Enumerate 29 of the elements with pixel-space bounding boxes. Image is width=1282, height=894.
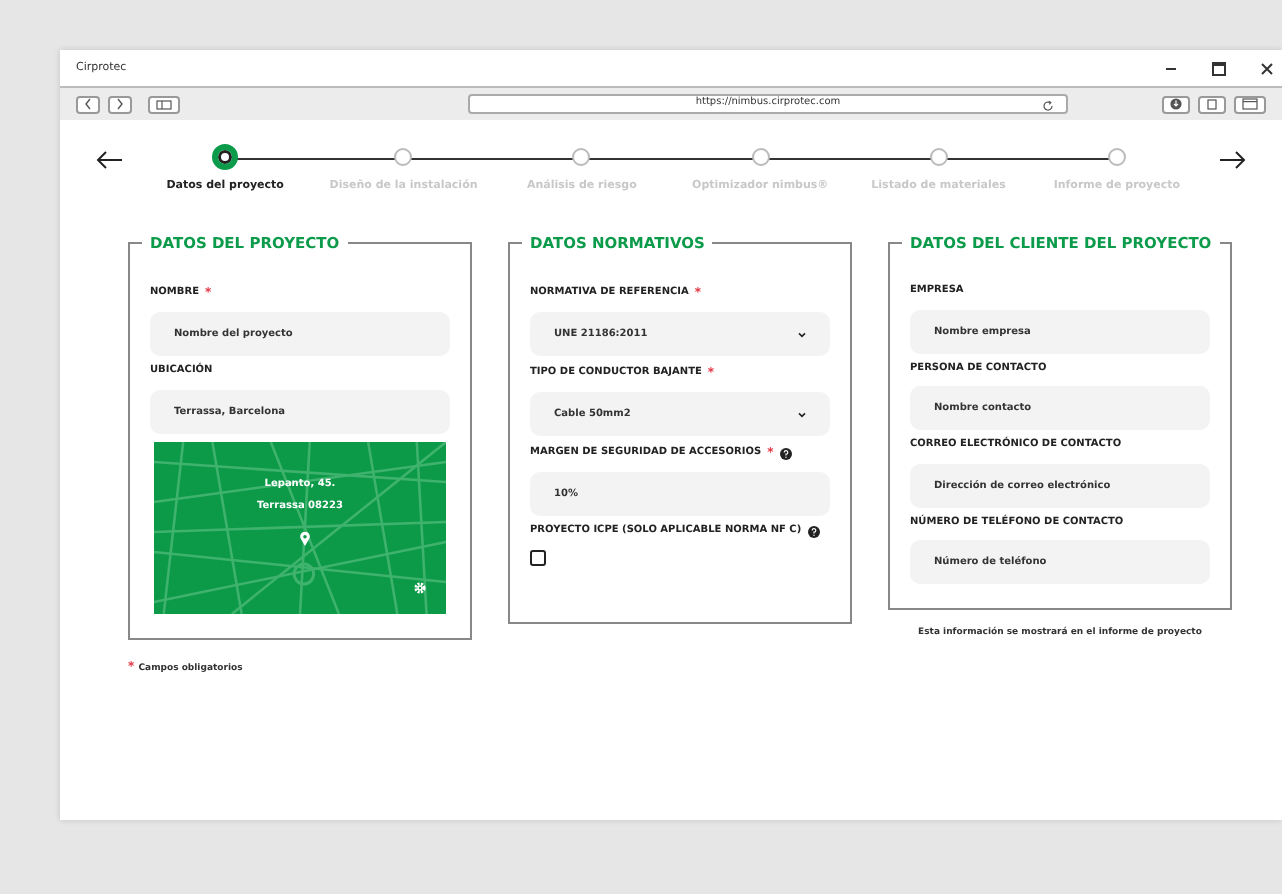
maximize-icon[interactable] [1212, 61, 1226, 75]
step-marker[interactable] [394, 148, 413, 166]
chevron-left-icon [84, 98, 92, 110]
page-icon [1206, 98, 1218, 110]
forward-arrow-icon[interactable] [1218, 150, 1246, 170]
close-icon[interactable] [1260, 61, 1274, 75]
step-marker[interactable] [751, 148, 770, 166]
sidebar-icon [156, 99, 172, 109]
download-icon [1170, 98, 1182, 110]
settings-icon[interactable] [414, 581, 426, 594]
reload-icon[interactable] [1042, 100, 1054, 112]
location-pin-icon [300, 531, 310, 546]
chevron-down-icon [798, 331, 806, 338]
chevron-down-icon [798, 411, 806, 418]
back-arrow-icon[interactable] [96, 150, 124, 170]
current-step-marker[interactable] [212, 144, 239, 170]
help-icon[interactable] [807, 526, 820, 538]
step-marker[interactable] [929, 148, 948, 166]
chevron-right-icon [116, 98, 124, 110]
checkbox[interactable] [530, 549, 546, 566]
tabs-button[interactable] [1234, 95, 1266, 113]
forward-button[interactable] [108, 95, 132, 113]
step-marker[interactable] [572, 148, 591, 166]
window-icon [1242, 98, 1258, 110]
download-button[interactable] [1162, 95, 1190, 113]
step-marker[interactable] [1107, 148, 1126, 166]
back-button[interactable] [76, 95, 100, 113]
sidebar-button[interactable] [148, 95, 180, 113]
help-icon[interactable] [779, 447, 792, 460]
